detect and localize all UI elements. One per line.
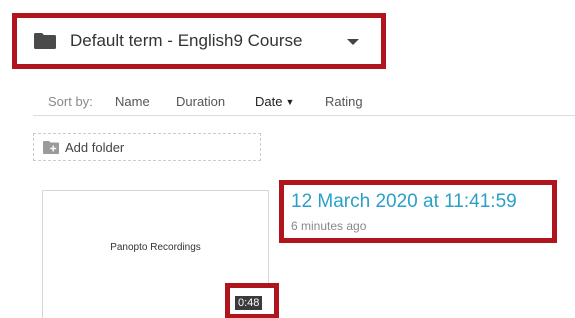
folder-name: Default term - English9 Course [70,31,303,50]
duration-highlight: 0:48 [225,283,279,318]
sort-option-duration[interactable]: Duration [176,94,225,109]
triangle-down-icon: ▼ [285,97,295,107]
sort-option-rating[interactable]: Rating [325,94,363,109]
session-relative-time: 6 minutes ago [291,219,367,233]
sort-by-label: Sort by: [48,94,93,109]
add-folder-label: Add folder [65,139,125,155]
add-folder-button[interactable]: Add folder [33,133,261,161]
session-info-highlight: 12 March 2020 at 11:41:59 6 minutes ago [279,180,557,243]
session-list-view: Default term - English9 Course Sort by: … [0,0,575,318]
sort-option-date-label: Date [255,94,283,109]
session-date-link[interactable]: 12 March 2020 at 11:41:59 [291,191,517,213]
sort-option-date[interactable]: Date ▼ [255,94,294,109]
thumbnail-title: Panopto Recordings [110,242,201,253]
folder-icon [34,33,56,49]
sort-option-name[interactable]: Name [115,94,150,109]
duration-badge: 0:48 [235,296,263,310]
sort-bar: Sort by: Name Duration Date ▼ Rating [33,92,575,116]
add-folder-icon [43,140,59,154]
chevron-down-icon [347,39,359,45]
folder-dropdown[interactable]: Default term - English9 Course [12,13,386,69]
